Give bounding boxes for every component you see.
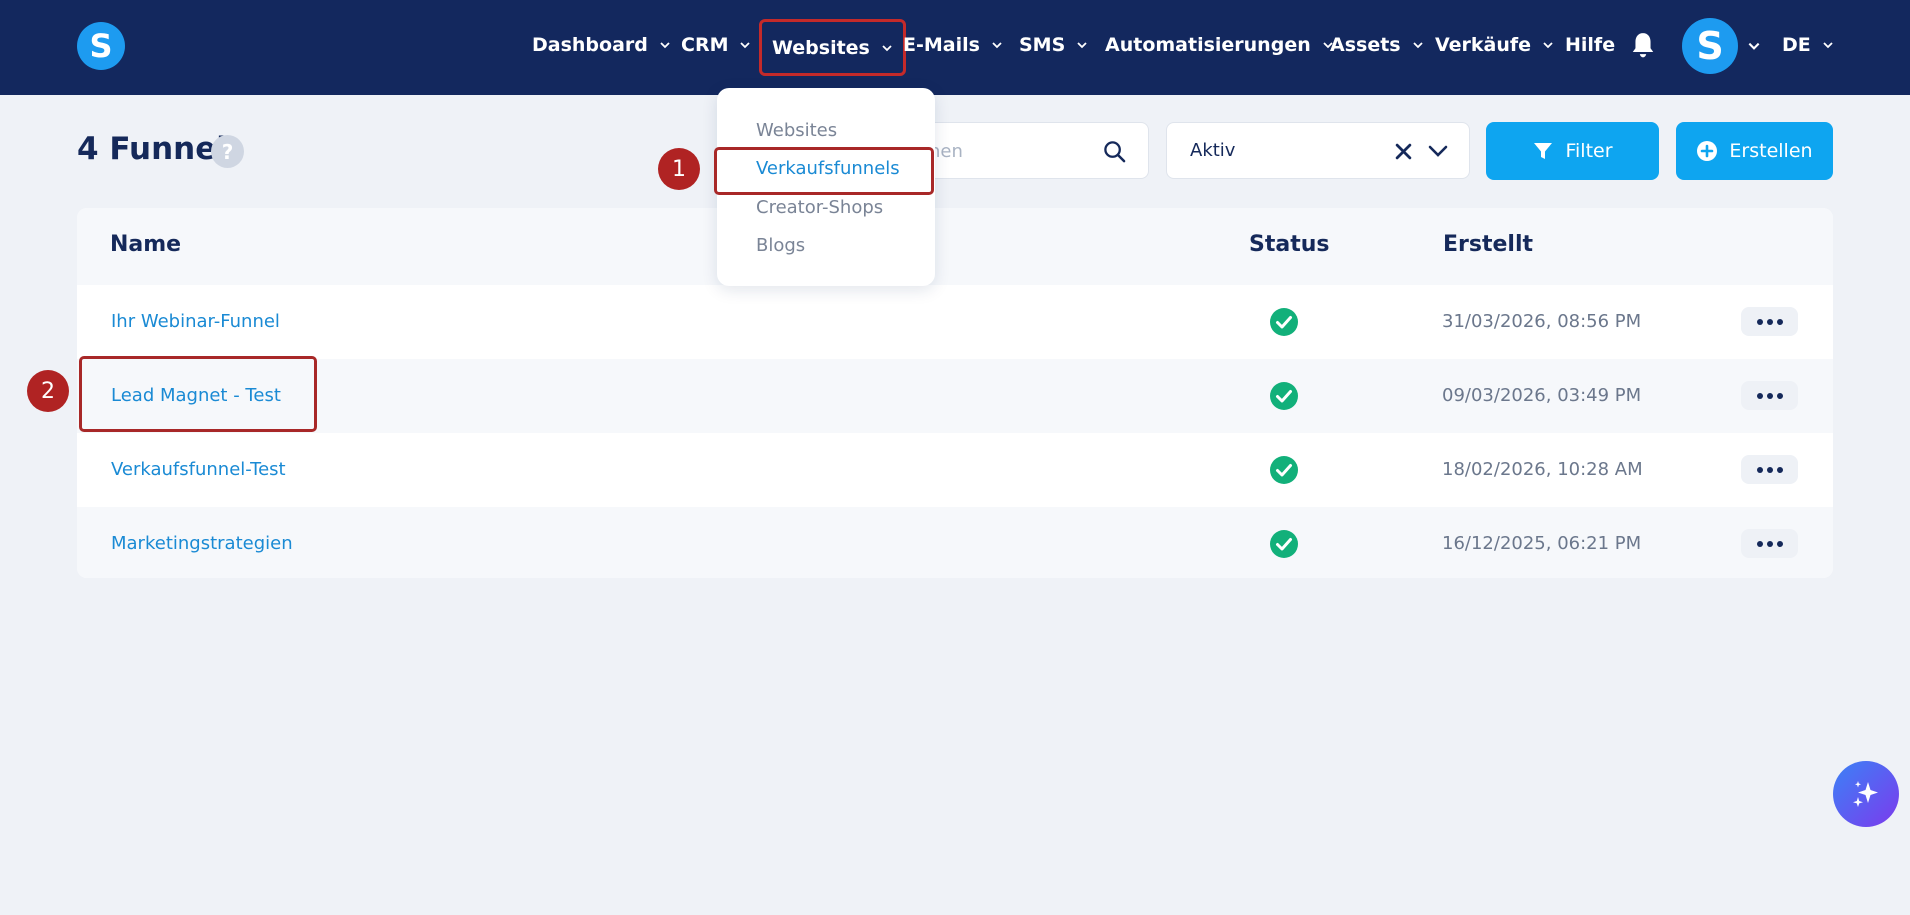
table-header: Name Status Erstellt: [77, 208, 1833, 285]
nav-assets[interactable]: Assets: [1330, 24, 1424, 66]
nav-emails[interactable]: E-Mails: [903, 24, 1003, 66]
help-icon[interactable]: ?: [211, 135, 244, 168]
check-circle-icon: [1270, 382, 1298, 410]
row-actions-button[interactable]: [1741, 455, 1798, 484]
nav-emails-label: E-Mails: [903, 34, 980, 56]
chevron-down-icon: [740, 42, 751, 49]
search-input[interactable]: [929, 138, 1079, 164]
funnel-name-link[interactable]: Verkaufsfunnel-Test: [111, 459, 286, 480]
table-row: Ihr Webinar-Funnel 31/03/2026, 08:56 PM: [77, 285, 1833, 359]
created-date: 09/03/2026, 03:49 PM: [1442, 385, 1642, 406]
filter-button[interactable]: Filter: [1486, 122, 1659, 180]
nav-automatisierungen-label: Automatisierungen: [1105, 34, 1311, 56]
step-marker-2: 2: [27, 370, 69, 412]
table-row: Verkaufsfunnel-Test 18/02/2026, 10:28 AM: [77, 433, 1833, 507]
check-circle-icon: [1270, 308, 1298, 336]
chevron-down-icon: [1823, 42, 1833, 49]
nav-crm-label: CRM: [681, 34, 729, 56]
chevron-down-icon: [1077, 42, 1087, 49]
language-label: DE: [1782, 34, 1811, 56]
highlight-box-step-2: [79, 356, 317, 432]
created-date: 31/03/2026, 08:56 PM: [1442, 311, 1642, 332]
nav-crm[interactable]: CRM: [681, 24, 751, 66]
menu-item-websites[interactable]: Websites: [756, 120, 837, 141]
nav-sms-label: SMS: [1019, 34, 1066, 56]
app-logo[interactable]: S: [77, 22, 125, 70]
funnel-table: Name Status Erstellt Ihr Webinar-Funnel …: [77, 208, 1833, 578]
row-actions-button[interactable]: [1741, 529, 1798, 558]
bell-icon[interactable]: [1630, 31, 1656, 59]
nav-automatisierungen[interactable]: Automatisierungen: [1105, 24, 1334, 66]
plus-circle-icon: [1697, 141, 1718, 161]
chevron-down-icon: [660, 42, 670, 49]
funnel-name-link[interactable]: Marketingstrategien: [111, 533, 293, 554]
create-button-label: Erstellen: [1729, 140, 1813, 162]
sparkle-icon: [1853, 781, 1878, 807]
chevron-down-icon: [992, 42, 1002, 49]
nav-sms[interactable]: SMS: [1019, 24, 1088, 66]
highlight-box-step-1: [714, 147, 934, 195]
filter-icon: [1534, 143, 1553, 159]
status-filter-select[interactable]: Aktiv: [1166, 122, 1470, 179]
nav-verkaeufe-label: Verkäufe: [1435, 34, 1532, 56]
filter-button-label: Filter: [1565, 140, 1613, 162]
nav-dashboard[interactable]: Dashboard: [532, 24, 671, 66]
column-header-status[interactable]: Status: [1249, 232, 1329, 257]
search-icon[interactable]: [1103, 140, 1126, 163]
create-button[interactable]: Erstellen: [1676, 122, 1833, 180]
menu-item-creator-shops[interactable]: Creator-Shops: [756, 197, 883, 218]
nav-hilfe-label: Hilfe: [1565, 34, 1616, 56]
nav-websites[interactable]: Websites: [759, 19, 906, 76]
table-row: Lead Magnet - Test 09/03/2026, 03:49 PM: [77, 359, 1833, 433]
language-switcher[interactable]: DE: [1782, 24, 1834, 66]
column-header-created[interactable]: Erstellt: [1443, 232, 1533, 257]
user-avatar[interactable]: S: [1682, 18, 1738, 74]
nav-hilfe[interactable]: Hilfe: [1565, 24, 1615, 66]
nav-verkaeufe[interactable]: Verkäufe: [1435, 24, 1554, 66]
check-circle-icon: [1270, 456, 1298, 484]
nav-assets-label: Assets: [1330, 34, 1401, 56]
chevron-down-icon[interactable]: [1427, 141, 1449, 161]
column-header-name[interactable]: Name: [110, 232, 181, 257]
nav-websites-label: Websites: [772, 36, 870, 59]
check-circle-icon: [1270, 530, 1298, 558]
created-date: 18/02/2026, 10:28 AM: [1442, 459, 1643, 480]
created-date: 16/12/2025, 06:21 PM: [1442, 533, 1642, 554]
top-navbar: S Dashboard CRM Websites E-Mails SMS Aut…: [0, 0, 1910, 95]
step-marker-1: 1: [658, 148, 700, 190]
row-actions-button[interactable]: [1741, 307, 1798, 336]
chevron-down-icon: [1412, 42, 1423, 49]
ai-assistant-button[interactable]: [1833, 761, 1899, 827]
row-actions-button[interactable]: [1741, 381, 1798, 410]
nav-dashboard-label: Dashboard: [532, 34, 648, 56]
page-title: 4 Funnel: [77, 131, 227, 167]
chevron-down-icon[interactable]: [1747, 39, 1761, 53]
chevron-down-icon: [1543, 42, 1553, 49]
chevron-down-icon: [882, 44, 892, 51]
funnel-name-link[interactable]: Ihr Webinar-Funnel: [111, 311, 280, 332]
status-filter-value: Aktiv: [1190, 140, 1236, 161]
close-icon[interactable]: [1395, 143, 1412, 160]
table-row: Marketingstrategien 16/12/2025, 06:21 PM: [77, 507, 1833, 578]
menu-item-blogs[interactable]: Blogs: [756, 235, 805, 256]
